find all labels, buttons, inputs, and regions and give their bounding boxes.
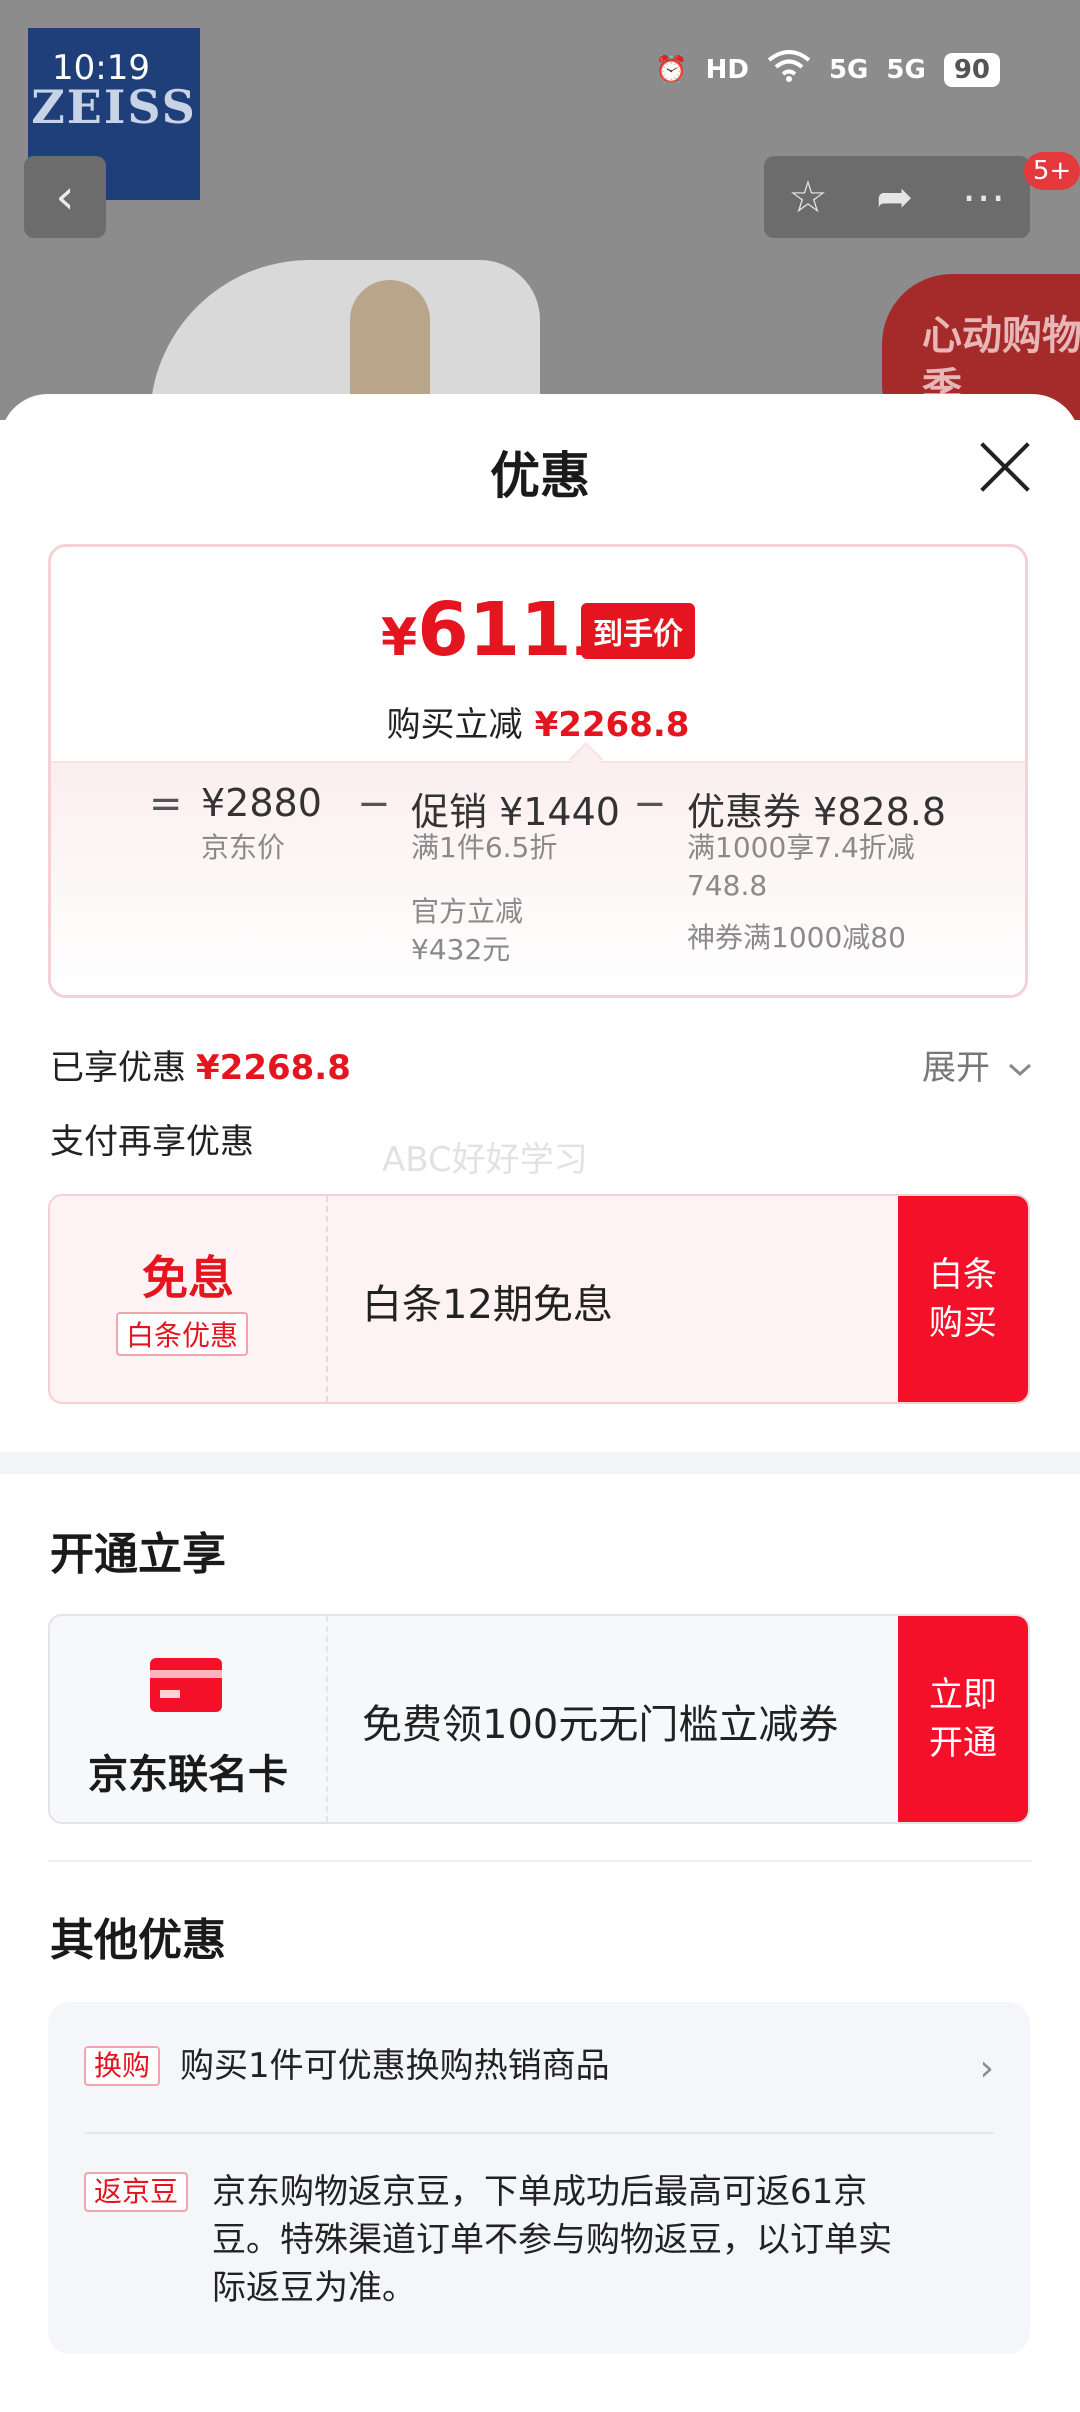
minus-sign: − (357, 781, 391, 827)
status-bar: 10:19 ⏰ HD 5G 5G 90 (0, 0, 1080, 140)
jd-price: ¥2880 (201, 781, 322, 825)
baitiao-offer-left: 免息 白条优惠 (50, 1196, 328, 1402)
coupon-discount: 优惠券 ¥828.8 (687, 790, 947, 834)
enjoyed-amount: ¥2268.8 (196, 1048, 351, 1088)
credit-card-icon (150, 1658, 222, 1712)
status-icons: ⏰ HD 5G 5G 90 (655, 50, 1000, 89)
section-divider (0, 1452, 1080, 1474)
baitiao-tag: 白条优惠 (116, 1312, 249, 1356)
promo-discount: 促销 ¥1440 (411, 790, 620, 834)
baitiao-offer-text: 白条12期免息 (362, 1282, 613, 1328)
baitiao-buy-line2: 购买 (929, 1303, 997, 1343)
co-brand-card-offer[interactable]: 京东联名卡 免费领100元无门槛立减券 立即开通 (48, 1614, 1030, 1824)
share-icon[interactable]: ➦ (876, 172, 913, 223)
chevron-down-icon (1008, 1063, 1031, 1077)
message-badge: 5+ (1024, 152, 1080, 190)
expand-button[interactable]: 展开 (922, 1040, 1033, 1089)
interest-free-label: 免息 (142, 1251, 234, 1305)
open-section-title: 开通立享 (50, 1529, 226, 1580)
super-coupon-rule: 神券满1000减80 (687, 921, 906, 954)
jd-beans-text-line1: 京东购物返京豆，下单成功后最高可返61京 (212, 2172, 868, 2212)
jd-beans-tag: 返京豆 (84, 2172, 189, 2212)
co-brand-card-left: 京东联名卡 (50, 1616, 328, 1822)
open-now-line2: 开通 (929, 1723, 997, 1763)
open-now-button[interactable]: 立即 开通 (898, 1616, 1028, 1822)
section-divider-line (48, 1860, 1032, 1862)
purchase-reduction: 购买立减 ¥2268.8 (51, 697, 1025, 746)
chevron-right-icon: › (979, 2048, 994, 2089)
official-reduction: 官方立减 (411, 895, 524, 928)
more-icon[interactable]: ⋯ (962, 172, 1006, 223)
trade-in-text: 购买1件可优惠换购热销商品 (180, 2046, 610, 2086)
enjoyed-discount: 已享优惠 ¥2268.8 (50, 1040, 351, 1089)
price-card: ¥611.2 到手价 购买立减¥2268.8 = ¥2880 京东价 − 促销 … (48, 544, 1028, 998)
pay-more-heading: 支付再享优惠 (50, 1122, 254, 1162)
official-reduction-amount: ¥432元 (411, 933, 511, 966)
jd-price-label: 京东价 (201, 831, 286, 864)
sheet-title: 优惠 (490, 447, 590, 505)
price-integer: 611 (417, 587, 572, 673)
signal-icon-2: 5G (886, 54, 926, 85)
jd-beans-offer-row: 返京豆 京东购物返京豆，下单成功后最高可返61京 豆。特殊渠道订单不参与购物返豆… (84, 2168, 994, 2318)
final-price-tag: 到手价 (581, 603, 695, 659)
coupon-rule-amount: 748.8 (687, 869, 768, 902)
star-icon[interactable]: ☆ (788, 172, 827, 223)
jd-beans-text-line2: 豆。特殊渠道订单不参与购物返豆，以订单实 (212, 2220, 892, 2260)
open-now-line1: 立即 (929, 1675, 997, 1715)
price-currency: ¥ (381, 608, 418, 668)
baitiao-buy-button[interactable]: 白条 购买 (898, 1196, 1028, 1402)
other-offers-box: 换购 购买1件可优惠换购热销商品 › 返京豆 京东购物返京豆，下单成功后最高可返… (48, 2002, 1030, 2354)
expand-label: 展开 (922, 1048, 990, 1088)
hd-icon: HD (705, 54, 749, 85)
battery-icon: 90 (943, 52, 1000, 87)
status-time: 10:19 (52, 48, 150, 88)
enjoyed-label: 已享优惠 (50, 1048, 186, 1088)
coupon-rule: 满1000享7.4折减 (687, 831, 915, 864)
minus-sign-2: − (633, 781, 667, 827)
price-breakdown: = ¥2880 京东价 − 促销 ¥1440 满1件6.5折 官方立减 ¥432… (51, 761, 1025, 995)
offer-row-separator (84, 2132, 994, 2134)
chevron-left-icon: ‹ (55, 169, 75, 225)
trade-in-tag: 换购 (84, 2046, 161, 2086)
baitiao-offer-card[interactable]: 免息 白条优惠 白条12期免息 白条购买 (48, 1194, 1030, 1404)
other-section-title: 其他优惠 (50, 1915, 226, 1966)
price-summary: ¥611.2 到手价 购买立减¥2268.8 (51, 547, 1025, 761)
co-brand-card-name: 京东联名卡 (88, 1752, 288, 1798)
reduction-label: 购买立减 (386, 705, 523, 745)
top-actions: ☆ ➦ ⋯ (764, 156, 1030, 238)
co-brand-card-text: 免费领100元无门槛立减券 (362, 1702, 839, 1748)
baitiao-buy-line1: 白条 (929, 1255, 997, 1295)
discount-sheet: 优惠 ¥611.2 到手价 购买立减¥2268.8 = ¥2880 京东价 − … (0, 394, 1080, 2412)
trade-in-offer-row[interactable]: 换购 购买1件可优惠换购热销商品 › (84, 2042, 994, 2092)
promo-rule: 满1件6.5折 (411, 831, 558, 864)
wifi-icon (767, 50, 811, 89)
equals-sign: = (149, 781, 183, 827)
jd-beans-text-line3: 际返豆为准。 (212, 2268, 416, 2308)
close-icon[interactable] (976, 438, 1034, 496)
back-button[interactable]: ‹ (24, 156, 106, 238)
reduction-amount: ¥2268.8 (534, 705, 690, 745)
watermark: ABC好好学习 (382, 1140, 588, 1180)
alarm-icon: ⏰ (655, 54, 688, 85)
signal-icon: 5G (828, 54, 869, 85)
